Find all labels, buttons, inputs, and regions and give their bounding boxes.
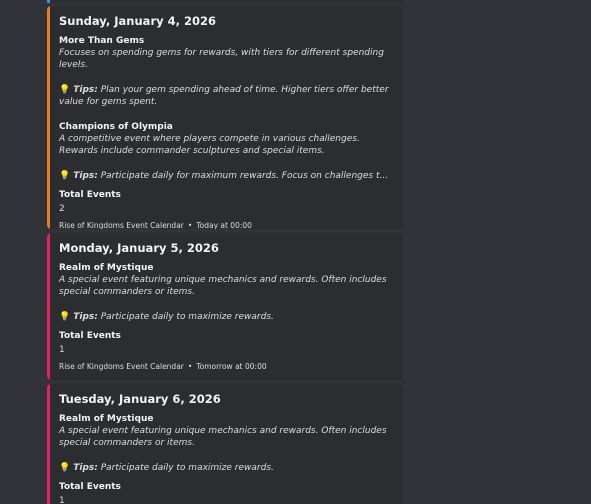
footer-separator: •	[187, 362, 193, 371]
footer-timestamp: Tomorrow at 00:00	[196, 362, 267, 371]
total-events-label: Total Events	[59, 190, 121, 200]
lightbulb-icon: 💡	[59, 171, 71, 181]
discord-channel-view: Sunday, January 4, 2026 More Than Gems F…	[0, 0, 591, 504]
event-name: Realm of Mystique	[59, 263, 154, 273]
tip-label: Tips:	[73, 85, 98, 95]
embed-footer: Rise of Kingdoms Event Calendar • Tomorrow…	[59, 362, 393, 372]
tip-label: Tips:	[73, 171, 98, 181]
event-embed-jan-5: Monday, January 5, 2026 Realm of Mystiqu…	[47, 233, 403, 380]
tip-text: Participate daily to maximize rewards.	[100, 463, 274, 473]
embed-title: Monday, January 5, 2026	[59, 241, 219, 255]
total-events-label: Total Events	[59, 482, 121, 492]
lightbulb-icon: 💡	[59, 85, 71, 95]
event-tip: 💡 Tips: Participate daily for maximum rew…	[59, 170, 393, 182]
embed-color-bar	[47, 233, 50, 380]
event-tip: 💡 Tips: Plan your gem spending ahead of t…	[59, 84, 393, 108]
lightbulb-icon: 💡	[59, 463, 71, 473]
tip-text: Participate daily to maximize rewards.	[100, 312, 274, 322]
total-events-value: 1	[59, 345, 65, 355]
event-name: Realm of Mystique	[59, 414, 154, 424]
event-tip: 💡 Tips: Participate daily to maximize rew…	[59, 462, 393, 474]
event-description: Focuses on spending gems for rewards, wi…	[59, 48, 384, 70]
event-name: Champions of Olympia	[59, 122, 173, 132]
lightbulb-icon: 💡	[59, 312, 71, 322]
tip-text: Plan your gem spending ahead of time. Hi…	[59, 85, 389, 107]
event-tip: 💡 Tips: Participate daily to maximize rew…	[59, 311, 393, 323]
event-embed-jan-4: Sunday, January 4, 2026 More Than Gems F…	[47, 6, 403, 229]
embed-title: Tuesday, January 6, 2026	[59, 392, 221, 406]
event-description: A special event featuring unique mechani…	[59, 275, 387, 297]
total-events-value: 2	[59, 204, 65, 214]
event-description: A competitive event where players compet…	[59, 134, 360, 156]
footer-source: Rise of Kingdoms Event Calendar	[59, 221, 184, 229]
embed-title: Sunday, January 4, 2026	[59, 14, 216, 28]
tip-label: Tips:	[73, 463, 98, 473]
total-events-value: 1	[59, 496, 65, 504]
previous-embed-edge	[47, 0, 403, 3]
embed-footer: Rise of Kingdoms Event Calendar • Today at…	[59, 221, 393, 229]
tip-text: Participate daily for maximum rewards. F…	[100, 171, 389, 181]
tip-label: Tips:	[73, 312, 98, 322]
total-events-label: Total Events	[59, 331, 121, 341]
footer-timestamp: Today at 00:00	[196, 221, 252, 229]
embed-color-bar	[47, 384, 50, 504]
previous-embed-color-bar	[47, 0, 50, 3]
embed-color-bar	[47, 6, 50, 229]
event-embed-jan-6: Tuesday, January 6, 2026 Realm of Mystiq…	[47, 384, 403, 504]
event-description: A special event featuring unique mechani…	[59, 426, 387, 448]
footer-source: Rise of Kingdoms Event Calendar	[59, 362, 184, 371]
event-name: More Than Gems	[59, 36, 145, 46]
footer-separator: •	[187, 221, 193, 229]
